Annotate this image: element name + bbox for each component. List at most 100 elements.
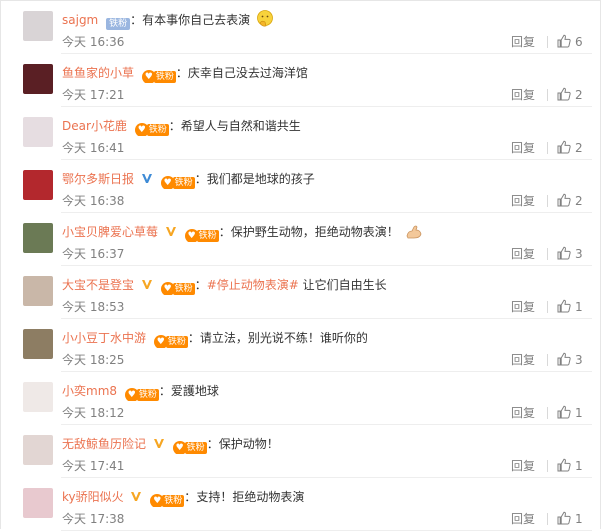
like-button[interactable]: 1 (557, 457, 583, 475)
avatar[interactable] (23, 329, 53, 359)
reply-button[interactable]: 回复 (511, 511, 535, 527)
comment-line: ky骄阳似火 ♥ 铁粉 ：支持！拒绝动物表演 (62, 487, 592, 507)
colon-separator: ： (175, 66, 188, 80)
fan-badge[interactable]: ♥铁粉 (184, 229, 219, 242)
comment-text: 庆幸自己没去过海洋馆 (187, 66, 308, 80)
action-divider (547, 36, 548, 48)
thinking-emoji-icon (257, 10, 273, 27)
avatar[interactable] (23, 223, 53, 253)
fan-badge[interactable]: ♥铁粉 (106, 17, 131, 30)
reply-button[interactable]: 回复 (511, 193, 535, 209)
like-button[interactable]: 1 (557, 298, 583, 316)
username-link[interactable]: 小宝贝脾爱心草莓 (62, 225, 158, 239)
username-link[interactable]: 鄂尔多斯日报 (62, 172, 134, 186)
fan-badge[interactable]: ♥铁粉 (150, 494, 185, 507)
reply-button[interactable]: 回复 (511, 299, 535, 315)
fan-badge[interactable]: ♥铁粉 (160, 176, 195, 189)
avatar[interactable] (23, 117, 53, 147)
comment-line: Dear小花鹿 ♥ 铁粉 ：希望人与自然和谐共生 (62, 116, 592, 136)
comment-time: 今天 16:38 (62, 194, 125, 208)
username-link[interactable]: 鱼鱼家的小草 (62, 66, 134, 80)
thumbs-up-icon (557, 193, 571, 207)
comment-line: 小奕mm8 ♥ 铁粉 ：爱護地球 (62, 381, 592, 401)
thumbs-up-icon (557, 511, 571, 525)
thumbs-up-icon (557, 246, 571, 260)
avatar[interactable] (23, 488, 53, 518)
reply-button[interactable]: 回复 (511, 458, 535, 474)
like-count: 2 (575, 88, 583, 102)
fan-badge[interactable]: ♥铁粉 (160, 282, 195, 295)
like-button[interactable]: 2 (557, 139, 583, 157)
topic-link[interactable]: #停止动物表演# (207, 278, 299, 292)
like-button[interactable]: 3 (557, 351, 583, 369)
comment-time: 今天 17:21 (62, 88, 125, 102)
like-button[interactable]: 1 (557, 510, 583, 528)
comment-text: 保护动物！ (218, 437, 279, 451)
username-link[interactable]: ky骄阳似火 (62, 490, 124, 504)
fan-badge[interactable]: ♥铁粉 (141, 70, 176, 83)
like-button[interactable]: 3 (557, 245, 583, 263)
fan-badge-label: 铁粉 (196, 230, 219, 242)
verified-badge-icon[interactable] (130, 490, 142, 502)
like-button[interactable]: 2 (557, 192, 583, 210)
fan-badge-label: 铁粉 (172, 177, 195, 189)
verified-badge-icon[interactable] (165, 225, 177, 237)
comment-item: ky骄阳似火 ♥ 铁粉 ：支持！拒绝动物表演 今天 17:38 回复 1 (1, 478, 601, 531)
comment-item: 大宝不是登宝 ♥ 铁粉 ：#停止动物表演# 让它们自由生长 今天 18:53 回复 … (1, 266, 601, 319)
fan-badge-label: 铁粉 (184, 442, 207, 454)
fan-badge[interactable]: ♥铁粉 (172, 441, 207, 454)
fan-badge[interactable]: ♥铁粉 (124, 388, 159, 401)
comment-list: sajgm ♥铁粉：有本事你自己去表演 今天 16:36 回复 6 鱼鱼家的小草… (1, 1, 601, 531)
fan-badge-label: 铁粉 (162, 495, 185, 507)
fan-badge-label: 铁粉 (136, 389, 159, 401)
like-button[interactable]: 1 (557, 404, 583, 422)
fan-badge-label: 铁粉 (146, 124, 169, 136)
action-divider (547, 89, 548, 101)
like-count: 1 (575, 459, 583, 473)
comment-text-after: 让它们自由生长 (298, 278, 387, 292)
comment-time: 今天 17:38 (62, 512, 125, 526)
avatar[interactable] (23, 64, 53, 94)
fan-badge-label: 铁粉 (153, 71, 176, 83)
reply-button[interactable]: 回复 (511, 352, 535, 368)
verified-badge-icon[interactable] (141, 172, 153, 184)
avatar[interactable] (23, 435, 53, 465)
comment-item: 无敌鲸鱼历险记 ♥ 铁粉 ：保护动物！ 今天 17:41 回复 1 (1, 425, 601, 478)
thumbs-up-icon (557, 140, 571, 154)
comment-item: 小小豆丁水中游 ♥ 铁粉 ：请立法，别光说不练！谁听你的 今天 18:25 回复 3 (1, 319, 601, 372)
thumbs-up-icon (557, 299, 571, 313)
comment-item: Dear小花鹿 ♥ 铁粉 ：希望人与自然和谐共生 今天 16:41 回复 2 (1, 107, 601, 160)
username-link[interactable]: 大宝不是登宝 (62, 278, 134, 292)
username-link[interactable]: Dear小花鹿 (62, 119, 127, 133)
avatar[interactable] (23, 11, 53, 41)
username-link[interactable]: 小小豆丁水中游 (62, 331, 146, 345)
reply-button[interactable]: 回复 (511, 34, 535, 50)
like-count: 1 (575, 512, 583, 526)
username-link[interactable]: 无敌鲸鱼历险记 (62, 437, 146, 451)
fan-badge[interactable]: ♥铁粉 (134, 123, 169, 136)
like-button[interactable]: 2 (557, 86, 583, 104)
fan-badge-label: 铁粉 (106, 18, 131, 30)
thumbs-up-icon (557, 405, 571, 419)
verified-badge-icon[interactable] (153, 437, 165, 449)
comment-text: 请立法，别光说不练！谁听你的 (199, 331, 368, 345)
comment-text: 爱護地球 (170, 384, 219, 398)
fan-badge[interactable]: ♥铁粉 (153, 335, 188, 348)
reply-button[interactable]: 回复 (511, 405, 535, 421)
action-divider (547, 407, 548, 419)
colon-separator: ： (184, 490, 197, 504)
thumbs-up-icon (557, 87, 571, 101)
comment-time: 今天 17:41 (62, 459, 125, 473)
verified-badge-icon[interactable] (141, 278, 153, 290)
avatar[interactable] (23, 170, 53, 200)
avatar[interactable] (23, 382, 53, 412)
reply-button[interactable]: 回复 (511, 87, 535, 103)
comment-line: 小宝贝脾爱心草莓 ♥ 铁粉 ：保护野生动物，拒绝动物表演！ (62, 222, 592, 242)
username-link[interactable]: 小奕mm8 (62, 384, 117, 398)
reply-button[interactable]: 回复 (511, 140, 535, 156)
reply-button[interactable]: 回复 (511, 246, 535, 262)
avatar[interactable] (23, 276, 53, 306)
comment-text: 希望人与自然和谐共生 (180, 119, 301, 133)
like-button[interactable]: 6 (557, 33, 583, 51)
username-link[interactable]: sajgm (62, 13, 98, 27)
